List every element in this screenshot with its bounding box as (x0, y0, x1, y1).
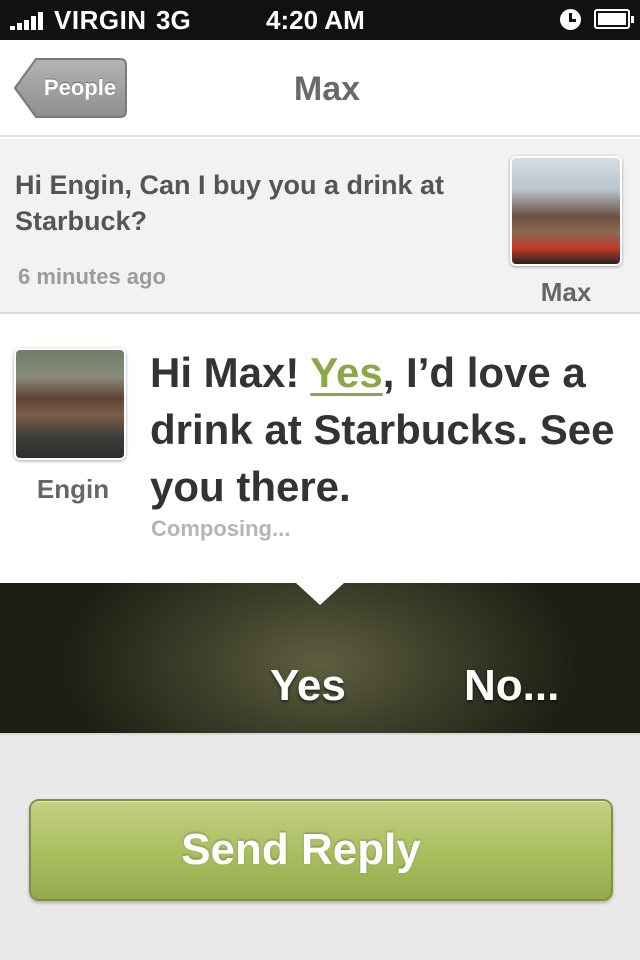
user-avatar[interactable] (14, 348, 126, 460)
reply-compose: Engin Hi Max! Yes, I’d love a drink at S… (0, 316, 640, 583)
navigation-bar: People Max (0, 40, 640, 137)
send-reply-label: Send Reply (181, 825, 421, 874)
reply-highlight-word[interactable]: Yes (310, 349, 382, 396)
signal-icon (10, 10, 43, 30)
yes-choice-button[interactable]: Yes (270, 661, 346, 711)
footer: Send Reply (0, 733, 640, 960)
alarm-icon (560, 9, 581, 30)
sender-name: Max (540, 277, 592, 307)
reply-text[interactable]: Hi Max! Yes, I’d love a drink at Starbuc… (150, 344, 630, 515)
choice-bar: Yes No... (0, 583, 640, 733)
send-reply-button[interactable]: Send Reply (29, 799, 613, 901)
reply-text-start: Hi Max! (150, 349, 311, 396)
back-button[interactable]: People (14, 58, 128, 118)
battery-icon (594, 9, 634, 29)
user-name: Engin (36, 474, 110, 504)
network-label: 3G (156, 5, 191, 35)
carrier-label: VIRGIN (54, 5, 147, 35)
no-choice-button[interactable]: No... (464, 661, 559, 711)
incoming-message: Hi Engin, Can I buy you a drink at Starb… (0, 139, 640, 314)
message-timestamp: 6 minutes ago (18, 264, 166, 289)
status-time: 4:20 AM (266, 5, 365, 35)
page-title: Max (293, 70, 361, 108)
status-bar: VIRGIN 3G 4:20 AM (0, 0, 640, 40)
back-button-label: People (43, 75, 117, 100)
incoming-message-text: Hi Engin, Can I buy you a drink at Starb… (15, 170, 445, 236)
choice-pointer (296, 583, 344, 605)
composing-status: Composing... (151, 516, 291, 541)
sender-avatar[interactable] (510, 156, 622, 266)
